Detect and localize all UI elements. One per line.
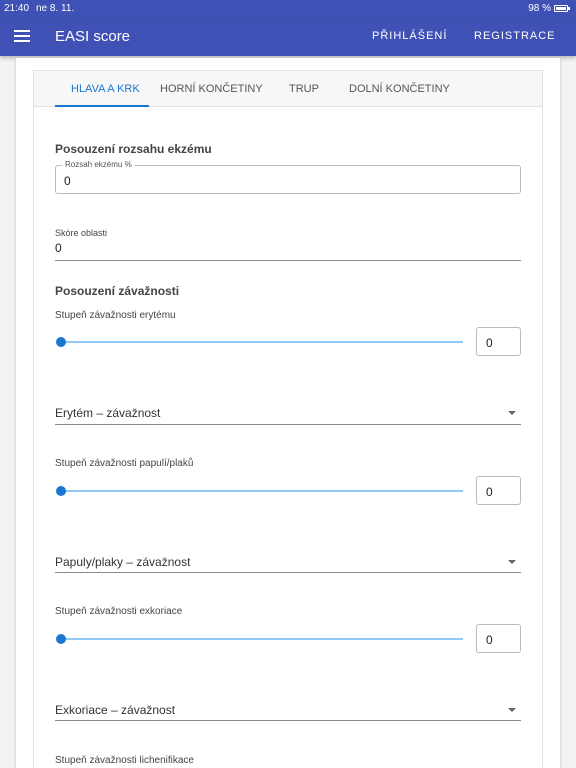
papules-slider-label: Stupeň závažnosti papulí/plaků <box>55 458 194 469</box>
papules-value: 0 <box>486 485 493 499</box>
extent-percent-input[interactable]: Rozsah ekzému % 0 <box>55 160 521 194</box>
battery-icon <box>554 5 570 12</box>
excoriation-select-underline <box>55 720 521 721</box>
battery-percent: 98 % <box>528 3 551 14</box>
erythema-dropdown-arrow-icon[interactable] <box>508 411 516 415</box>
register-button[interactable]: REGISTRACE <box>474 30 556 42</box>
app-bar: EASI score PŘIHLÁŠENÍ REGISTRACE <box>0 18 576 56</box>
papules-dropdown-arrow-icon[interactable] <box>508 560 516 564</box>
tab-head-neck[interactable]: HLAVA A KRK <box>71 83 140 95</box>
papules-slider-thumb[interactable] <box>56 486 66 496</box>
erythema-slider-label: Stupeň závažnosti erytému <box>55 310 176 321</box>
hamburger-menu-icon[interactable] <box>14 30 30 42</box>
papules-slider-track[interactable] <box>61 490 463 492</box>
excoriation-select-label[interactable]: Exkoriace – závažnost <box>55 703 175 717</box>
tab-upper-limbs[interactable]: HORNÍ KONČETINY <box>160 83 263 95</box>
extent-percent-value: 0 <box>64 174 71 188</box>
excoriation-slider-label: Stupeň závažnosti exkoriace <box>55 606 183 617</box>
region-tabs: HLAVA A KRK HORNÍ KONČETINY TRUP DOLNÍ K… <box>34 71 542 107</box>
status-time: 21:40 <box>4 3 30 14</box>
erythema-select-label[interactable]: Erytém – závažnost <box>55 406 160 420</box>
papules-value-input[interactable]: 0 <box>476 476 521 505</box>
erythema-slider-track[interactable] <box>61 341 463 343</box>
excoriation-value-input[interactable]: 0 <box>476 624 521 653</box>
extent-section-title: Posouzení rozsahu ekzému <box>55 142 212 156</box>
erythema-select-underline <box>55 424 521 425</box>
excoriation-slider-track[interactable] <box>61 638 463 640</box>
app-title: EASI score <box>55 28 131 45</box>
form-panel: HLAVA A KRK HORNÍ KONČETINY TRUP DOLNÍ K… <box>33 70 543 768</box>
status-bar: 21:40 ne 8. 11. 98 % <box>0 0 576 18</box>
erythema-slider-thumb[interactable] <box>56 337 66 347</box>
status-date: ne 8. 11. <box>36 3 75 14</box>
papules-select-underline <box>55 572 521 573</box>
erythema-value-input[interactable]: 0 <box>476 327 521 356</box>
tab-trunk[interactable]: TRUP <box>289 83 319 95</box>
excoriation-slider-thumb[interactable] <box>56 634 66 644</box>
area-score-label: Skóre oblasti <box>55 228 108 238</box>
papules-select-label[interactable]: Papuly/plaky – závažnost <box>55 555 190 569</box>
area-score-value: 0 <box>55 241 62 255</box>
active-tab-indicator <box>55 105 149 107</box>
lichenification-slider-label: Stupeň závažnosti lichenifikace <box>55 755 194 766</box>
extent-percent-label: Rozsah ekzému % <box>62 160 135 169</box>
area-score-underline <box>55 260 521 261</box>
login-button[interactable]: PŘIHLÁŠENÍ <box>372 30 447 42</box>
main-card: HLAVA A KRK HORNÍ KONČETINY TRUP DOLNÍ K… <box>16 58 560 768</box>
tab-lower-limbs[interactable]: DOLNÍ KONČETINY <box>349 83 450 95</box>
status-battery: 98 % <box>528 3 570 14</box>
excoriation-value: 0 <box>486 633 493 647</box>
erythema-value: 0 <box>486 336 493 350</box>
severity-section-title: Posouzení závažnosti <box>55 284 180 298</box>
excoriation-dropdown-arrow-icon[interactable] <box>508 708 516 712</box>
